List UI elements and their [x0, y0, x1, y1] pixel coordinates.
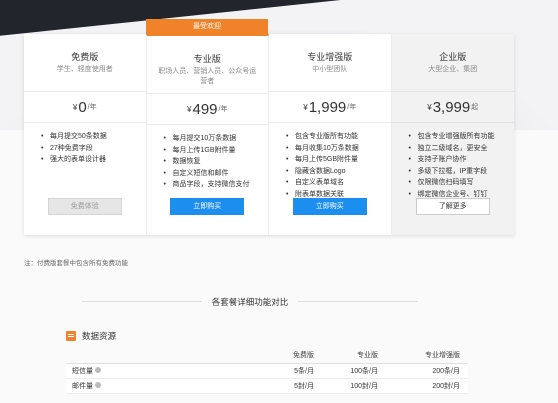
feature-item: 自定义表单域名 [286, 177, 391, 189]
row-label-text: 短信量 [72, 367, 93, 375]
price-currency: ¥ [72, 102, 78, 112]
plan-name: 专业版 [193, 54, 221, 64]
price-period: /年 [347, 104, 357, 111]
table-header [66, 348, 216, 364]
list-icon [66, 331, 76, 341]
table-cell: 100条/月 [322, 363, 386, 379]
price-period: /年 [218, 106, 228, 113]
table-cell: 100封/月 [322, 378, 386, 394]
feature-item: 包含专业版所有功能 [286, 131, 391, 143]
table-header: 免费版 [216, 348, 322, 364]
feature-item: 多级下拉框，IP重字段 [409, 166, 515, 178]
price-amount: 1,999 [308, 98, 347, 116]
feature-item: 仅限微信扫码填写 [409, 177, 515, 189]
section-title: 数据资源 [82, 331, 117, 341]
row-label: 短信量 [66, 363, 216, 379]
learn-more-button[interactable]: 了解更多 [415, 198, 490, 215]
table-row: 邮件量 5封/月 100封/月 200封/月 [66, 378, 468, 394]
feature-item: 27种免费字段 [41, 143, 146, 155]
feature-item: 每月上传1GB附件量 [164, 145, 269, 157]
feature-item: 商品字段，支持微信支付 [164, 179, 269, 191]
plan-name: 免费版 [71, 52, 99, 62]
table-cell: 200封/月 [386, 378, 468, 394]
plan-price: ¥ 0 /年 [24, 91, 146, 123]
paid-plans-note: 注：付费版套餐中包含所有免费功能 [24, 260, 128, 267]
price-currency: ¥ [427, 102, 432, 112]
table-header: 专业版 [322, 348, 386, 364]
table-header: 专业增强版 [386, 348, 468, 364]
comparison-heading: 各套餐详细功能对比 [60, 296, 440, 308]
feature-item: 支持子账户协作 [409, 154, 515, 166]
plan-audience: 中小型团队 [312, 66, 348, 73]
row-label: 邮件量 [66, 378, 216, 394]
plan-features: 包含专业版所有功能 每月收集10万条数据 每月上传5GB附件量 隐藏含数据Log… [269, 123, 391, 200]
feature-item: 隐藏含数据Logo [286, 166, 391, 178]
table-cell: 5封/月 [216, 378, 322, 394]
price-currency: ¥ [187, 104, 192, 114]
price-currency: ¥ [303, 102, 308, 112]
price-amount: 499 [192, 100, 218, 118]
comparison-table: 免费版 专业版 专业增强版 短信量 5条/月 100条/月 200条/月 邮件量… [66, 348, 468, 394]
pricing-cards: 免费版 学生、轻度使用者 ¥ 0 /年 每月提交50条数据 27种免费字段 强大… [24, 34, 514, 235]
feature-item: 每月提交10万条数据 [164, 133, 269, 145]
price-period: /年 [87, 104, 97, 111]
feature-item: 数据恢复 [164, 156, 269, 168]
plan-name: 企业版 [439, 52, 467, 62]
info-icon[interactable] [95, 367, 101, 373]
plan-audience: 大型企业、集团 [428, 66, 478, 73]
free-trial-button[interactable]: 免费体验 [47, 198, 122, 215]
feature-item: 每月提交50条数据 [41, 131, 146, 143]
plan-card-pro-plus: 专业增强版 中小型团队 ¥ 1,999 /年 包含专业版所有功能 每月收集10万… [269, 34, 392, 235]
table-cell: 5条/月 [216, 363, 322, 379]
plan-audience: 学生、轻度使用者 [56, 66, 113, 73]
price-period: 起 [471, 104, 479, 111]
feature-item: 每月上传5GB附件量 [286, 154, 391, 166]
table-row: 短信量 5条/月 100条/月 200条/月 [66, 363, 468, 379]
feature-item: 强大的表单设计器 [41, 154, 146, 166]
price-amount: 0 [78, 98, 87, 116]
buy-pro-plus-button[interactable]: 立即购买 [292, 198, 367, 215]
plan-name: 专业增强版 [307, 52, 353, 62]
plan-price: ¥ 1,999 /年 [269, 91, 391, 123]
row-label-text: 邮件量 [72, 382, 93, 390]
plan-audience: 职场人员、营销人员、公众号运营者 [158, 68, 257, 85]
plan-price: ¥ 499 /年 [146, 93, 268, 125]
plan-features: 包含专业增强版所有功能 独立二级域名，更安全 支持子账户协作 多级下拉框，IP重… [392, 123, 515, 200]
info-icon[interactable] [95, 382, 101, 388]
table-header-row: 免费版 专业版 专业增强版 [66, 348, 468, 364]
feature-item: 自定义短信和邮件 [164, 168, 269, 180]
comparison-heading-text: 各套餐详细功能对比 [211, 297, 289, 307]
plan-features: 每月提交50条数据 27种免费字段 强大的表单设计器 [24, 123, 146, 166]
most-popular-badge: 最受欢迎 [146, 19, 268, 35]
feature-item: 每月收集10万条数据 [286, 143, 391, 155]
buy-pro-button[interactable]: 立即购买 [170, 198, 245, 215]
price-amount: 3,999 [432, 98, 471, 116]
feature-item: 包含专业增强版所有功能 [409, 131, 515, 143]
table-cell: 200条/月 [386, 363, 468, 379]
feature-item: 独立二级域名，更安全 [409, 143, 515, 155]
section-header: 数据资源 [66, 330, 116, 342]
plan-features: 每月提交10万条数据 每月上传1GB附件量 数据恢复 自定义短信和邮件 商品字段… [147, 125, 269, 191]
plan-card-pro: 专业版 职场人员、营销人员、公众号运营者 ¥ 499 /年 每月提交10万条数据… [146, 34, 269, 235]
plan-price: ¥ 3,999 起 [391, 91, 514, 123]
plan-card-enterprise: 企业版 大型企业、集团 ¥ 3,999 起 包含专业增强版所有功能 独立二级域名… [391, 34, 515, 235]
plan-card-free: 免费版 学生、轻度使用者 ¥ 0 /年 每月提交50条数据 27种免费字段 强大… [24, 34, 147, 235]
